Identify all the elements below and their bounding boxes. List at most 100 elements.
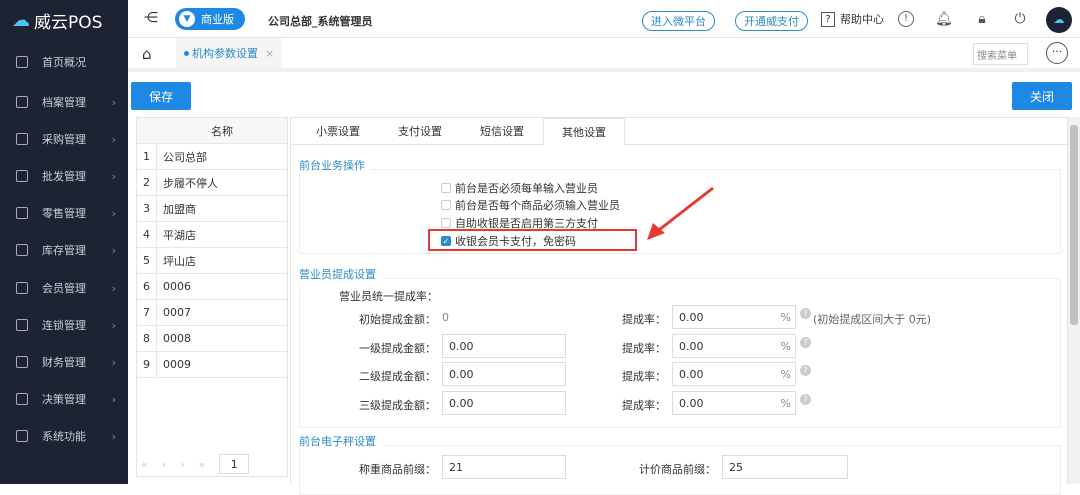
list-item[interactable]: 2 步履不停人 [137,170,287,196]
list-item[interactable]: 8 0008 [137,326,287,352]
unified-rate-label: 营业员统一提成率： [339,290,438,303]
sidebar-item[interactable]: 财务管理 › [0,347,128,377]
commission-amount-label: 三级提成金额： [359,399,436,412]
commission-note: (初始提成区间大于 0元) [813,313,932,326]
prev-page-icon[interactable]: ‹ [162,458,166,471]
menu-icon [16,430,28,442]
sidebar-item[interactable]: 批发管理 › [0,161,128,191]
pagination: « ‹ › » 1 [141,454,250,474]
option-checkbox[interactable]: 前台是否必须每单输入营业员 [441,180,598,196]
avatar[interactable]: ☁ [1046,7,1072,33]
help-icon[interactable]: ? [800,365,811,376]
more-icon[interactable]: ··· [1046,42,1068,64]
red-arrow-icon [647,186,714,240]
list-item[interactable]: 6 0006 [137,274,287,300]
rate-label: 提成率： [622,313,666,326]
search-menu-input[interactable]: 搜索菜单 [973,43,1028,65]
last-page-icon[interactable]: » [199,458,206,471]
sidebar-item[interactable]: 决策管理 › [0,384,128,414]
rate-label: 提成率： [622,370,666,383]
chevron-right-icon: › [111,281,116,295]
rate-input[interactable]: 0.00% [672,362,796,386]
home-icon[interactable]: ⌂ [142,45,152,63]
list-item[interactable]: 1 公司总部 [137,144,287,170]
price-prefix-input[interactable]: 25 [722,455,848,479]
sidebar-item[interactable]: 系统功能 › [0,421,128,451]
rate-input[interactable]: 0.00% [672,334,796,358]
list-item[interactable]: 9 0009 [137,352,287,378]
sidebar-item[interactable]: 会员管理 › [0,273,128,303]
menu-icon [16,393,28,405]
help-icon[interactable]: ? [800,394,811,405]
org-list: 名称 1 公司总部 2 步履不停人 3 加盟商 4 平湖店 5 坪山店 6 0006 7 0007 8 000… [136,117,288,477]
settings-tab[interactable]: 其他设置 [543,118,625,145]
sidebar-item[interactable]: 档案管理 › [0,87,128,117]
settings-tab[interactable]: 小票设置 [297,118,379,144]
commission-amount-label: 初始提成金额： [359,313,436,326]
commission-amount-label: 二级提成金额： [359,370,436,383]
commission-amount-input[interactable]: 0.00 [442,391,566,415]
help-icon[interactable]: ? [800,308,811,319]
menu-icon [16,207,28,219]
power-icon[interactable]: ⏻ [1012,11,1028,27]
checkbox-icon[interactable] [441,218,451,228]
list-item[interactable]: 5 坪山店 [137,248,287,274]
tab-bar: ⌂ 机构参数设置 × 搜索菜单 ··· [128,38,1080,72]
active-dot-icon [184,50,189,56]
user-label: 公司总部_系统管理员 [268,15,373,28]
menu-icon [16,56,28,68]
lock-icon[interactable]: 🔒︎ [974,11,990,27]
question-icon: ? [821,11,835,27]
save-button[interactable]: 保存 [131,82,191,110]
settings-tab[interactable]: 短信设置 [461,118,543,144]
help-button[interactable]: ? 帮助中心 [821,11,884,27]
settings-panel: 小票设置 支付设置 短信设置 其他设置 前台业务操作 前台是否必须每单输入营业员 前台是… [290,117,1068,495]
logo: ☁ 威云POS [12,10,103,33]
checkbox-icon[interactable] [441,183,451,193]
tab-org-params[interactable]: 机构参数设置 × [176,38,283,68]
chevron-right-icon: › [111,95,116,109]
commission-amount-input[interactable]: 0.00 [442,362,566,386]
sidebar-item[interactable]: 连锁管理 › [0,310,128,340]
close-button[interactable]: 关闭 [1012,82,1072,110]
list-item[interactable]: 7 0007 [137,300,287,326]
bell-icon[interactable]: 🔔︎ [935,11,953,27]
sidebar-item[interactable]: 库存管理 › [0,235,128,265]
collapse-menu-icon[interactable]: ⋲ [144,10,158,26]
rate-input[interactable]: 0.00% [672,305,796,329]
sidebar-item[interactable]: 采购管理 › [0,124,128,154]
list-item[interactable]: 4 平湖店 [137,222,287,248]
sidebar-item[interactable]: 首页概况 [0,47,128,77]
close-tab-icon[interactable]: × [265,47,274,60]
chevron-right-icon: › [111,206,116,220]
highlight-box [428,229,637,251]
sidebar-item[interactable]: 零售管理 › [0,198,128,228]
first-page-icon[interactable]: « [141,458,148,471]
settings-tab[interactable]: 支付设置 [379,118,461,144]
rate-input[interactable]: 0.00% [672,391,796,415]
scrollbar[interactable] [1068,117,1080,484]
help-icon[interactable]: ? [800,337,811,348]
page-input[interactable]: 1 [219,454,250,474]
chevron-right-icon: › [111,132,116,146]
checkbox-icon[interactable] [441,200,451,210]
commission-amount-input[interactable]: 0.00 [442,334,566,358]
commission-amount-label: 一级提成金额： [359,342,436,355]
open-pay-button[interactable]: 开通威支付 [735,11,808,31]
next-page-icon[interactable]: › [180,458,184,471]
menu-icon [16,244,28,256]
menu-icon [16,133,28,145]
scale-title: 前台电子秤设置 [299,433,382,449]
info-icon[interactable]: ! [898,11,914,27]
header: ⋲ ▼ 商业版 公司总部_系统管理员 进入微平台 开通威支付 ? 帮助中心 ! … [128,0,1080,38]
list-header: 名称 [137,118,287,144]
rate-label: 提成率： [622,342,666,355]
micro-platform-button[interactable]: 进入微平台 [642,11,715,31]
menu-icon [16,319,28,331]
weight-prefix-input[interactable]: 21 [442,455,566,479]
front-ops-title: 前台业务操作 [299,157,371,173]
commission-title: 营业员提成设置 [299,266,382,282]
chevron-right-icon: › [111,429,116,443]
option-checkbox[interactable]: 前台是否每个商品必须输入营业员 [441,197,620,213]
list-item[interactable]: 3 加盟商 [137,196,287,222]
